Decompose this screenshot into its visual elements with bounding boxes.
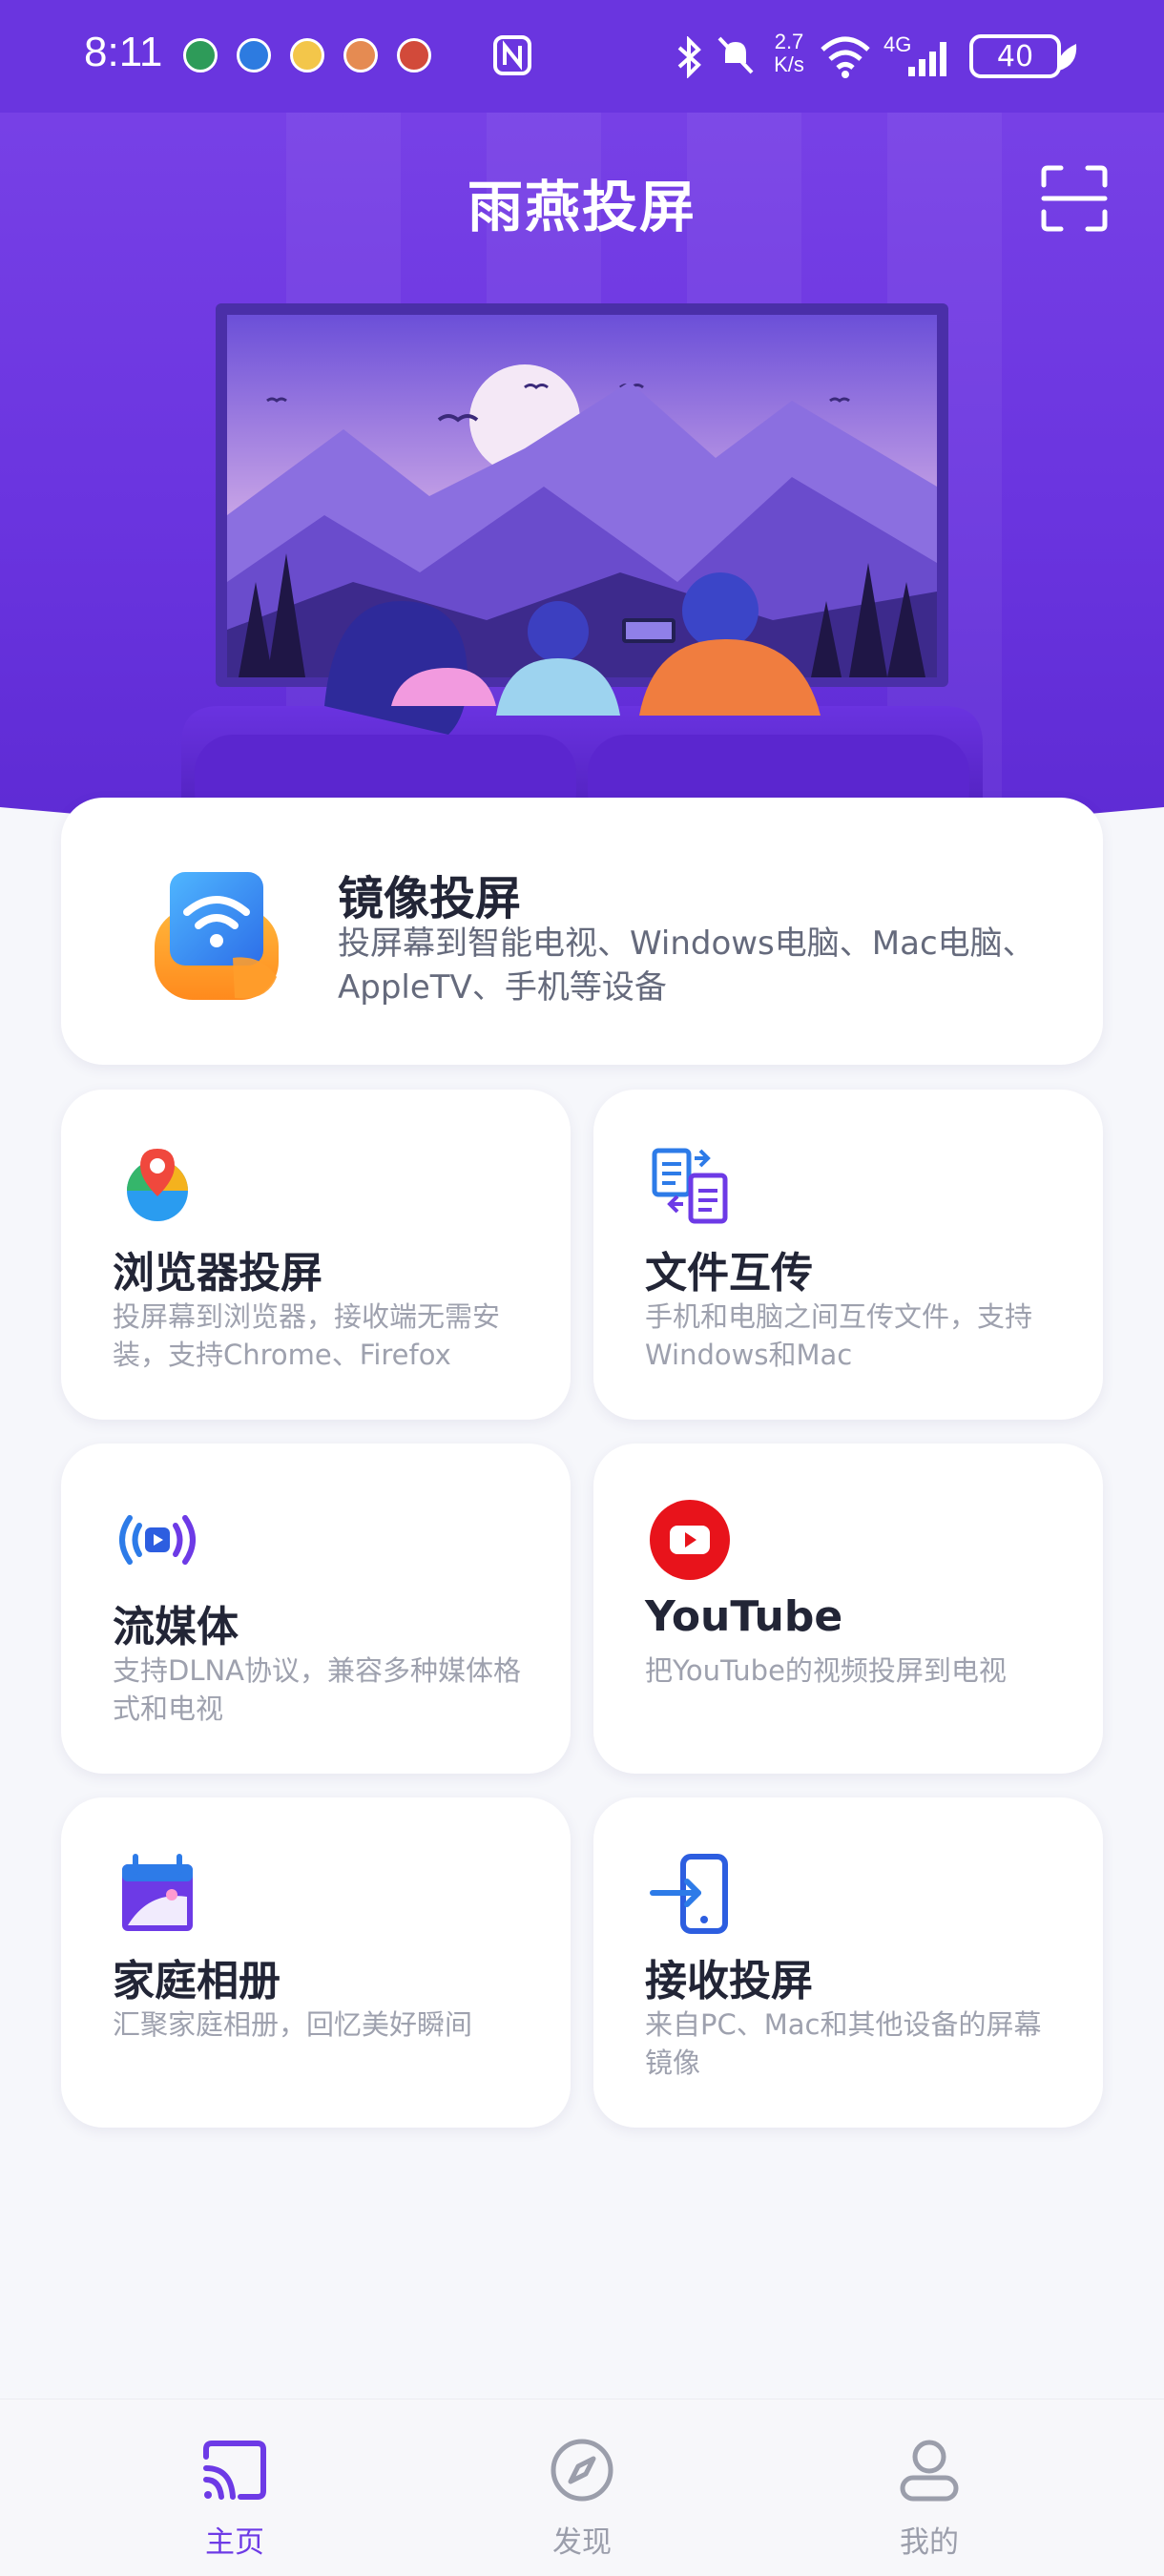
leaf-icon	[1056, 44, 1077, 73]
net-speed-value: 2.7	[774, 30, 804, 53]
nav-item-profile[interactable]: 我的	[815, 2399, 1044, 2576]
nav-label-profile: 我的	[900, 2525, 959, 2560]
file-transfer-icon	[652, 1148, 728, 1224]
card-title: 接收投屏	[645, 1957, 813, 2005]
scan-icon[interactable]	[1040, 164, 1109, 233]
card-description: 把YouTube的视频投屏到电视	[645, 1654, 1007, 1687]
card-description: 投屏幕到浏览器，接收端无需安装，支持Chrome、Firefox	[113, 1300, 501, 1371]
nav-item-home[interactable]: 主页	[120, 2399, 349, 2576]
notification-app-icon	[343, 38, 378, 73]
card-description: 汇聚家庭相册，回忆美好瞬间	[113, 2008, 473, 2041]
mute-icon	[717, 36, 754, 74]
youtube-icon	[650, 1500, 730, 1580]
signal-icon	[908, 42, 946, 76]
user-icon	[900, 2440, 959, 2502]
wifi-icon	[821, 36, 870, 78]
bluetooth-icon	[677, 36, 701, 78]
card-title: 文件互传	[645, 1249, 813, 1298]
family-album-card[interactable]: 家庭相册 汇聚家庭相册，回忆美好瞬间	[61, 1797, 571, 2128]
browser-cast-card[interactable]: 浏览器投屏 投屏幕到浏览器，接收端无需安装，支持Chrome、Firefox	[61, 1090, 571, 1420]
streaming-card[interactable]: 流媒体 支持DLNA协议，兼容多种媒体格式和电视	[61, 1444, 571, 1774]
youtube-card[interactable]: YouTube 把YouTube的视频投屏到电视	[593, 1444, 1103, 1774]
tv-illustration	[181, 303, 983, 830]
notification-app-icon	[290, 38, 324, 73]
mirror-cast-card[interactable]: 镜像投屏 投屏幕到智能电视、Windows电脑、Mac电脑、AppleTV、手机…	[61, 798, 1103, 1065]
page-title: 雨燕投屏	[467, 175, 696, 239]
file-transfer-card[interactable]: 文件互传 手机和电脑之间互传文件，支持Windows和Mac	[593, 1090, 1103, 1420]
net-speed-unit: K/s	[774, 52, 804, 76]
net-speed: 2.7 K/s	[767, 31, 811, 76]
receive-icon	[650, 1854, 728, 1934]
wifi-cast-icon	[155, 872, 279, 1000]
status-time: 8:11	[84, 29, 163, 75]
card-description: 来自PC、Mac和其他设备的屏幕镜像	[645, 2008, 1042, 2079]
battery-level: 40	[996, 39, 1034, 73]
compass-icon	[551, 2439, 613, 2502]
nav-label-discover: 发现	[552, 2525, 612, 2560]
mirror-cast-title: 镜像投屏	[338, 872, 522, 925]
card-title: 流媒体	[113, 1603, 239, 1652]
card-title: YouTube	[645, 1592, 843, 1641]
nav-label-home: 主页	[205, 2525, 264, 2560]
browser-icon	[127, 1149, 188, 1221]
notification-app-icon	[183, 38, 218, 73]
cast-icon	[203, 2441, 266, 2500]
card-description: 支持DLNA协议，兼容多种媒体格式和电视	[113, 1654, 522, 1725]
status-bar: 8:11 2.7 K/s 4G 40	[0, 0, 1164, 113]
nfc-icon	[493, 35, 531, 75]
streaming-icon	[119, 1515, 196, 1565]
notification-app-icon	[397, 38, 431, 73]
receive-cast-card[interactable]: 接收投屏 来自PC、Mac和其他设备的屏幕镜像	[593, 1797, 1103, 2128]
card-title: 浏览器投屏	[113, 1249, 322, 1298]
hero-banner	[0, 0, 1164, 859]
mirror-cast-description: 投屏幕到智能电视、Windows电脑、Mac电脑、AppleTV、手机等设备	[338, 924, 1035, 1007]
notification-app-icon	[237, 38, 271, 73]
album-icon	[122, 1854, 193, 1931]
bottom-nav: 主页 发现 我的	[0, 2399, 1164, 2576]
card-title: 家庭相册	[113, 1957, 281, 2005]
nav-item-discover[interactable]: 发现	[468, 2399, 696, 2576]
card-description: 手机和电脑之间互传文件，支持Windows和Mac	[645, 1300, 1033, 1371]
battery-indicator: 40	[969, 34, 1061, 78]
